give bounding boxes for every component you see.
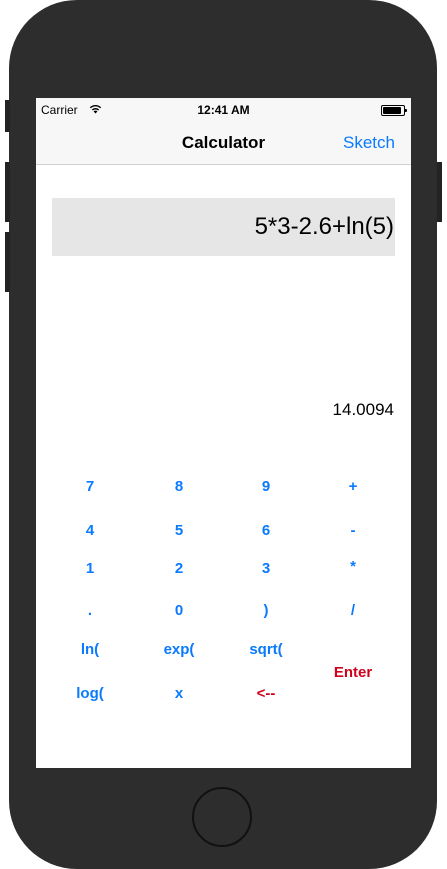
key-log[interactable]: log( — [50, 685, 130, 702]
home-button[interactable] — [192, 787, 252, 847]
key-3[interactable]: 3 — [226, 560, 306, 577]
key-exp[interactable]: exp( — [139, 641, 219, 658]
key-x[interactable]: x — [139, 685, 219, 702]
expression-display[interactable]: 5*3-2.6+ln(5) — [52, 198, 395, 256]
key-close-paren[interactable]: ) — [226, 602, 306, 619]
key-divide[interactable]: / — [313, 602, 393, 619]
key-multiply[interactable]: * — [313, 558, 393, 575]
enter-button[interactable]: Enter — [313, 664, 393, 681]
key-5[interactable]: 5 — [139, 522, 219, 539]
key-sqrt[interactable]: sqrt( — [226, 641, 306, 658]
mute-switch — [5, 100, 10, 132]
key-4[interactable]: 4 — [50, 522, 130, 539]
key-7[interactable]: 7 — [50, 478, 130, 495]
key-backspace[interactable]: <-- — [226, 685, 306, 702]
key-8[interactable]: 8 — [139, 478, 219, 495]
power-button — [437, 162, 442, 222]
expression-text: 5*3-2.6+ln(5) — [254, 213, 394, 240]
key-decimal[interactable]: . — [50, 602, 130, 619]
key-0[interactable]: 0 — [139, 602, 219, 619]
key-plus[interactable]: + — [313, 478, 393, 495]
navigation-bar: Calculator Sketch — [36, 120, 411, 165]
key-1[interactable]: 1 — [50, 560, 130, 577]
result-label: 14.0094 — [332, 400, 394, 419]
volume-up-button — [5, 162, 10, 222]
battery-icon — [381, 105, 407, 116]
key-minus[interactable]: - — [313, 522, 393, 539]
status-bar: Carrier 12:41 AM — [36, 98, 411, 120]
app-screen: Carrier 12:41 AM Calculator Sketch 5*3-2… — [36, 98, 411, 768]
key-ln[interactable]: ln( — [50, 641, 130, 658]
key-9[interactable]: 9 — [226, 478, 306, 495]
volume-down-button — [5, 232, 10, 292]
key-6[interactable]: 6 — [226, 522, 306, 539]
status-time: 12:41 AM — [197, 103, 250, 117]
sketch-button[interactable]: Sketch — [343, 133, 395, 153]
key-2[interactable]: 2 — [139, 560, 219, 577]
